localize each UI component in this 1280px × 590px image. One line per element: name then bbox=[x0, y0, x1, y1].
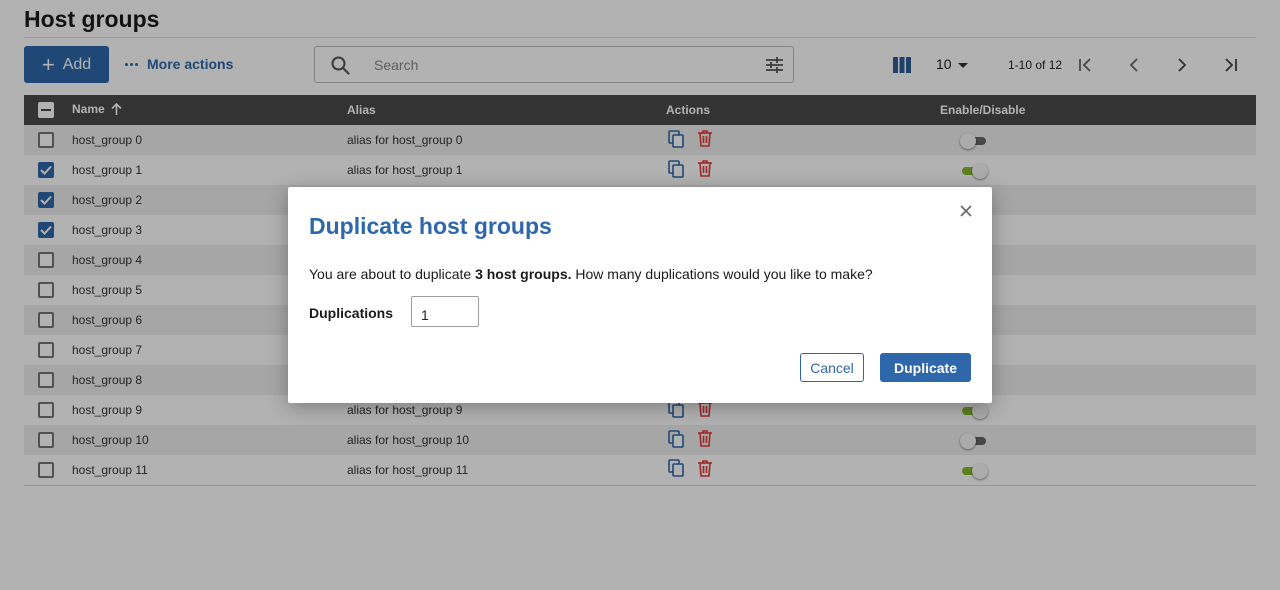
dialog-title: Duplicate host groups bbox=[309, 213, 552, 239]
duplications-label: Duplications bbox=[309, 305, 394, 321]
duplicate-dialog: Duplicate host groups You are about to d… bbox=[288, 187, 992, 403]
cancel-button[interactable]: Cancel bbox=[800, 353, 864, 382]
duplications-input[interactable] bbox=[411, 296, 479, 327]
close-icon[interactable] bbox=[959, 204, 973, 218]
duplicate-button[interactable]: Duplicate bbox=[880, 353, 971, 382]
selected-count: 3 host groups. bbox=[475, 266, 572, 282]
dialog-message: You are about to duplicate 3 host groups… bbox=[309, 266, 873, 282]
